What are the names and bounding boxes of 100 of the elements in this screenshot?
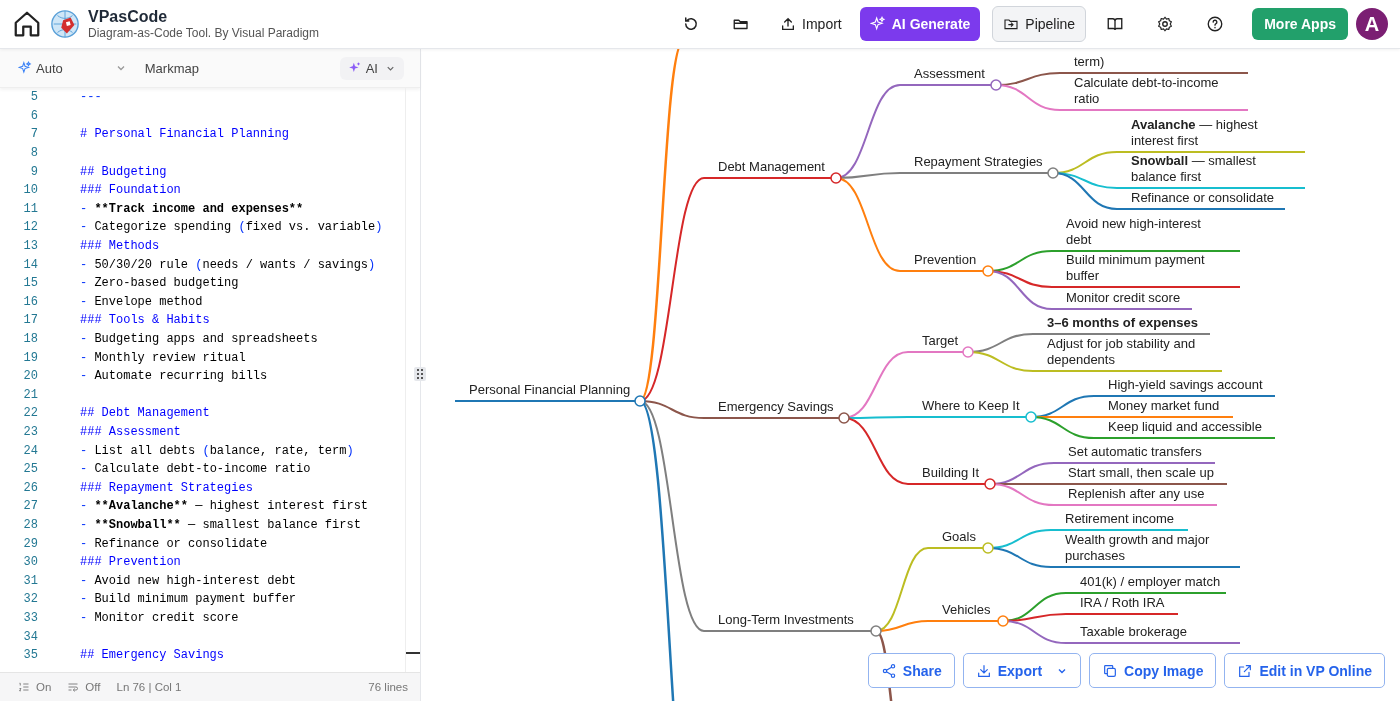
line-number: 11 bbox=[22, 201, 38, 216]
collapse-circle[interactable] bbox=[870, 625, 882, 637]
node-label: term) bbox=[1074, 54, 1105, 70]
node-label: Prevention bbox=[914, 252, 977, 268]
app-subtitle: Diagram-as-Code Tool. By Visual Paradigm bbox=[88, 26, 319, 41]
line-number: 18 bbox=[22, 332, 38, 346]
line-number: 31 bbox=[22, 573, 38, 588]
node-label: Target bbox=[922, 333, 959, 349]
splitter-handle[interactable] bbox=[414, 367, 426, 381]
line-number: 33 bbox=[22, 610, 38, 625]
code-line: ## Emergency Savings bbox=[80, 648, 225, 663]
code-line: - Avoid new high-interest debt bbox=[80, 573, 297, 588]
line-number: 17 bbox=[22, 313, 38, 328]
more-apps-button[interactable]: More Apps bbox=[1252, 8, 1348, 40]
node-label: Personal Financial Planning bbox=[469, 382, 631, 398]
node-label: Snowball — smallest balance first bbox=[1131, 153, 1257, 185]
collapse-circle[interactable] bbox=[634, 395, 646, 407]
copy-image-button[interactable]: Copy Image bbox=[1089, 653, 1217, 688]
code-line: - **Track income and expenses** bbox=[80, 201, 304, 216]
node-label: Monitor credit score bbox=[1066, 290, 1181, 306]
node-label: Emergency Savings bbox=[718, 399, 834, 415]
collapse-circle[interactable] bbox=[984, 478, 996, 490]
line-count: 76 lines bbox=[368, 681, 408, 693]
collapse-circle[interactable] bbox=[990, 79, 1002, 91]
code-line: - 50/30/20 rule (needs / wants / savings) bbox=[80, 257, 376, 272]
code-line: - Categorize spending (fixed vs. variable) bbox=[80, 220, 383, 235]
node-label: Wealth growth and major purchases bbox=[1065, 532, 1211, 564]
numbered-list-icon bbox=[18, 681, 30, 693]
node-label: 401(k) / employer match bbox=[1080, 574, 1221, 590]
line-number: 10 bbox=[22, 183, 38, 198]
collapse-circle[interactable] bbox=[830, 172, 842, 184]
code-line: - Budgeting apps and spreadsheets bbox=[80, 332, 318, 346]
code-line: - Monthly review ritual bbox=[80, 350, 246, 365]
line-number: 24 bbox=[22, 443, 38, 458]
line-number: 14 bbox=[22, 257, 38, 272]
line-number: 8 bbox=[29, 146, 38, 161]
sparkle-icon bbox=[869, 16, 886, 32]
code-line: - Refinance or consolidate bbox=[80, 536, 268, 551]
node-label: Adjust for job stability and dependents bbox=[1047, 336, 1197, 368]
line-number: 12 bbox=[22, 220, 38, 235]
code-line: ## Budgeting bbox=[80, 164, 167, 179]
line-number: 25 bbox=[22, 462, 38, 477]
code-line: - Monitor credit score bbox=[80, 610, 239, 625]
code-line: ### Methods bbox=[80, 239, 160, 254]
sparkle-icon bbox=[18, 61, 32, 75]
line-number: 21 bbox=[22, 387, 38, 402]
code-line: - Calculate debt-to-income ratio bbox=[80, 462, 311, 477]
code-line: ### Foundation bbox=[80, 183, 181, 198]
code-line: - Envelope method bbox=[80, 294, 203, 309]
collapse-circle[interactable] bbox=[982, 265, 994, 277]
line-numbers-toggle[interactable]: On bbox=[18, 681, 52, 693]
node-label: Building It bbox=[922, 465, 980, 481]
line-number: 20 bbox=[22, 369, 38, 384]
collapse-circle[interactable] bbox=[962, 346, 974, 358]
pipeline-button[interactable]: Pipeline bbox=[992, 6, 1087, 42]
word-wrap-toggle[interactable]: Off bbox=[67, 681, 101, 693]
code-line: - Automate recurring bills bbox=[80, 369, 268, 384]
line-number: 32 bbox=[22, 592, 38, 607]
collapse-circle[interactable] bbox=[1047, 167, 1059, 179]
diagram-type-selector[interactable]: Markmap bbox=[144, 60, 199, 76]
share-button[interactable]: Share bbox=[867, 653, 955, 688]
code-line: - Build minimum payment buffer bbox=[80, 592, 297, 607]
line-number: 5 bbox=[29, 90, 38, 105]
code-line: - List all debts (balance, rate, term) bbox=[80, 443, 354, 458]
code-line: ## Debt Management bbox=[80, 406, 210, 421]
ai-dropdown[interactable]: AI bbox=[339, 56, 404, 80]
line-number: 16 bbox=[22, 294, 38, 309]
line-number: 9 bbox=[29, 164, 38, 179]
user-avatar[interactable]: A bbox=[1356, 8, 1388, 40]
node-label: Set automatic transfers bbox=[1068, 444, 1202, 460]
home-icon[interactable] bbox=[12, 9, 42, 39]
collapse-circle[interactable] bbox=[997, 615, 1009, 627]
export-button[interactable]: Export bbox=[962, 653, 1082, 688]
node-label: Refinance or consolidate bbox=[1131, 190, 1275, 206]
node-label: Avoid new high-interest debt bbox=[1066, 216, 1202, 248]
wrap-icon bbox=[67, 681, 80, 693]
app-title: VPasCode bbox=[88, 7, 169, 27]
node-label: Calculate debt-to-income ratio bbox=[1074, 75, 1220, 107]
line-number: 7 bbox=[29, 127, 38, 142]
line-number: 6 bbox=[29, 108, 38, 123]
node-label: Keep liquid and accessible bbox=[1108, 419, 1262, 435]
line-number: 30 bbox=[22, 555, 38, 570]
node-label: IRA / Roth IRA bbox=[1080, 595, 1165, 611]
edit-online-button[interactable]: Edit in VP Online bbox=[1224, 653, 1385, 688]
line-number: 35 bbox=[22, 648, 38, 663]
external-link-icon bbox=[1237, 662, 1254, 679]
share-icon bbox=[880, 662, 897, 679]
collapse-circle[interactable] bbox=[838, 412, 850, 424]
code-line: --- bbox=[80, 90, 102, 105]
mode-dropdown[interactable]: Auto bbox=[18, 60, 63, 76]
node-label: Taxable brokerage bbox=[1080, 624, 1187, 640]
code-line: ### Prevention bbox=[80, 555, 181, 570]
node-label: Replenish after any use bbox=[1068, 486, 1205, 502]
node-label: Start small, then scale up bbox=[1068, 465, 1214, 481]
code-line: - **Avalanche** — highest interest first bbox=[80, 499, 369, 514]
node-label: Build minimum payment buffer bbox=[1066, 252, 1206, 284]
import-button[interactable]: Import bbox=[770, 7, 852, 41]
node-label: Retirement income bbox=[1065, 511, 1175, 527]
line-number: 15 bbox=[22, 276, 38, 291]
ai-generate-button[interactable]: AI Generate bbox=[859, 7, 981, 41]
